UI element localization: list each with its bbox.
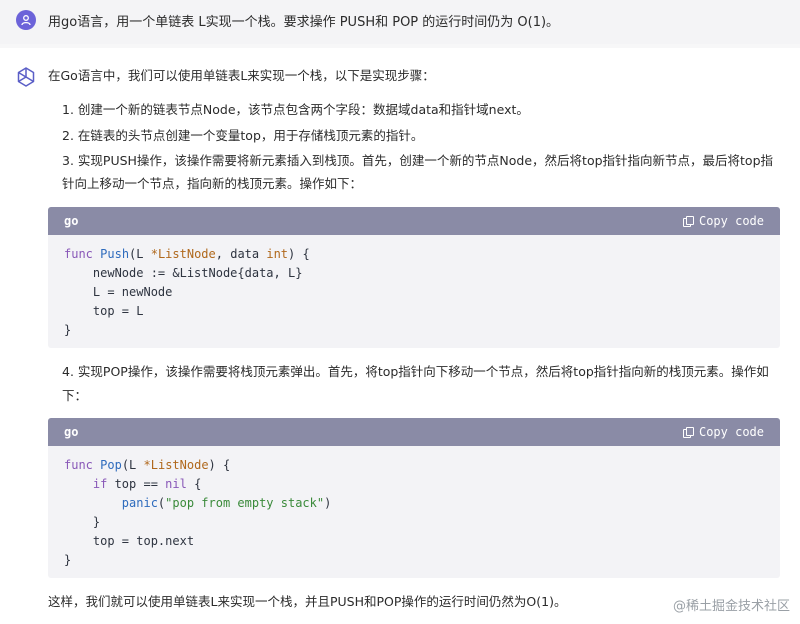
step-1: 1. 创建一个新的链表节点Node，该节点包含两个字段：数据域data和指针域n… bbox=[62, 102, 529, 117]
answer-conclusion: 这样，我们就可以使用单链表L来实现一个栈，并且PUSH和POP操作的运行时间仍然… bbox=[48, 594, 567, 609]
code-line: panic("pop from empty stack") bbox=[121, 496, 332, 510]
answer-intro: 在Go语言中，我们可以使用单链表L来实现一个栈，以下是实现步骤： bbox=[48, 68, 435, 83]
code-language: go bbox=[64, 425, 79, 439]
code-line: func Push(L *ListNode, data int) { bbox=[64, 247, 310, 261]
copy-icon bbox=[682, 215, 694, 227]
copy-code-label: Copy code bbox=[698, 425, 764, 439]
code-header: go Copy code bbox=[48, 418, 780, 446]
copy-icon bbox=[682, 426, 694, 438]
step-4-line-1: 4. 实现POP操作，该操作需要将栈顶元素弹出。首先，将top指针向下移动一个节… bbox=[62, 364, 769, 379]
code-line: newNode := &ListNode{data, L} bbox=[64, 266, 303, 280]
step-3-line-2: 针向上移动一个节点，指向新的栈顶元素。操作如下： bbox=[62, 176, 363, 191]
assistant-message: 在Go语言中，我们可以使用单链表L来实现一个栈，以下是实现步骤： 1. 创建一个… bbox=[0, 48, 800, 624]
code-line: func Pop(L *ListNode) { bbox=[64, 458, 231, 472]
code-content[interactable]: func Push(L *ListNode, data int) { newNo… bbox=[48, 235, 780, 348]
step-3-line-1: 3. 实现PUSH操作，该操作需要将新元素插入到栈顶。首先，创建一个新的节点No… bbox=[62, 153, 774, 168]
user-icon bbox=[21, 15, 31, 26]
code-line: } bbox=[64, 553, 72, 567]
copy-code-button[interactable]: Copy code bbox=[682, 425, 764, 439]
code-language: go bbox=[64, 214, 79, 228]
code-line: } bbox=[64, 515, 101, 529]
code-line: L = newNode bbox=[64, 285, 173, 299]
code-line: top = L bbox=[64, 304, 144, 318]
user-message: 用go语言，用一个单链表 L实现一个栈。要求操作 PUSH和 POP 的运行时间… bbox=[0, 0, 800, 44]
user-prompt-text: 用go语言，用一个单链表 L实现一个栈。要求操作 PUSH和 POP 的运行时间… bbox=[48, 15, 560, 30]
code-header: go Copy code bbox=[48, 207, 780, 235]
code-line: } bbox=[64, 323, 72, 337]
code-line: if top == nil { bbox=[92, 477, 202, 491]
code-line: top = top.next bbox=[64, 534, 195, 548]
code-content[interactable]: func Pop(L *ListNode) { if top == nil { … bbox=[48, 446, 780, 578]
step-2: 2. 在链表的头节点创建一个变量top，用于存储栈顶元素的指针。 bbox=[62, 128, 424, 143]
code-block-push: go Copy code func Push(L *ListNode, data… bbox=[48, 207, 780, 348]
assistant-logo-icon bbox=[17, 67, 35, 87]
watermark: @稀土掘金技术社区 bbox=[672, 599, 790, 614]
user-avatar bbox=[16, 10, 36, 30]
step-4-line-2: 下： bbox=[62, 388, 88, 403]
copy-code-button[interactable]: Copy code bbox=[682, 214, 764, 228]
code-block-pop: go Copy code func Pop(L *ListNode) { if … bbox=[48, 418, 780, 578]
copy-code-label: Copy code bbox=[698, 214, 764, 228]
